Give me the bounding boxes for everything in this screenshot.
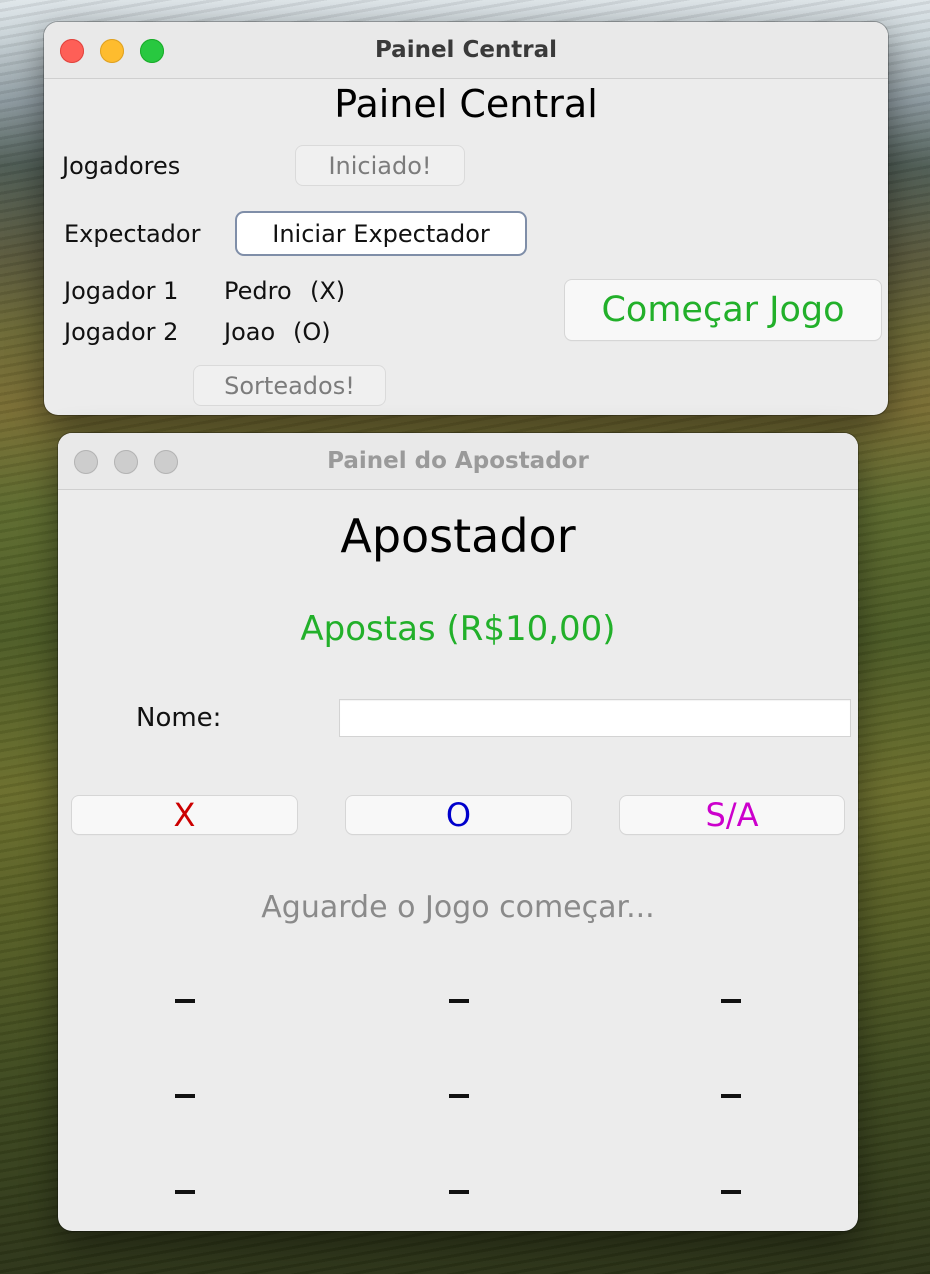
bettor-heading: Apostador bbox=[340, 509, 576, 563]
central-heading: Painel Central bbox=[334, 82, 598, 126]
board-cell-2-2 bbox=[721, 1190, 741, 1194]
draw-button[interactable]: Sorteados! bbox=[194, 366, 385, 405]
board-cell-1-1 bbox=[449, 1094, 469, 1098]
central-panel-window: Painel Central Painel Central Jogadores … bbox=[44, 22, 888, 415]
player2-label: Jogador 2 bbox=[64, 318, 179, 346]
players-started-button[interactable]: Iniciado! bbox=[296, 146, 464, 185]
player1-name: Pedro bbox=[224, 277, 292, 305]
player2-symbol: (O) bbox=[293, 318, 331, 346]
bets-title: Apostas (R$10,00) bbox=[300, 609, 616, 649]
bet-draw-button[interactable]: S/A bbox=[620, 796, 844, 834]
name-label: Nome: bbox=[136, 703, 222, 733]
name-input[interactable] bbox=[340, 700, 850, 736]
bet-o-button[interactable]: O bbox=[346, 796, 571, 834]
player1-symbol: (X) bbox=[310, 277, 346, 305]
start-spectator-button[interactable]: Iniciar Expectador bbox=[237, 213, 525, 254]
board-cell-1-0 bbox=[175, 1094, 195, 1098]
start-game-button[interactable]: Começar Jogo bbox=[565, 280, 881, 340]
board-cell-2-1 bbox=[449, 1190, 469, 1194]
board-cell-0-0 bbox=[175, 999, 195, 1003]
players-label: Jogadores bbox=[62, 152, 181, 180]
bettor-panel-window: Painel do Apostador Apostador Apostas (R… bbox=[58, 433, 858, 1231]
player2-name: Joao bbox=[224, 318, 276, 346]
spectator-label: Expectador bbox=[64, 220, 201, 248]
central-titlebar[interactable]: Painel Central bbox=[44, 22, 888, 79]
bet-x-button[interactable]: X bbox=[72, 796, 297, 834]
bettor-titlebar[interactable]: Painel do Apostador bbox=[58, 433, 858, 490]
player1-label: Jogador 1 bbox=[64, 277, 179, 305]
status-message: Aguarde o Jogo começar... bbox=[261, 890, 655, 925]
board-cell-1-2 bbox=[721, 1094, 741, 1098]
board-cell-0-2 bbox=[721, 999, 741, 1003]
window-title: Painel do Apostador bbox=[327, 448, 589, 474]
board-cell-2-0 bbox=[175, 1190, 195, 1194]
board-cell-0-1 bbox=[449, 999, 469, 1003]
window-title: Painel Central bbox=[374, 37, 558, 63]
